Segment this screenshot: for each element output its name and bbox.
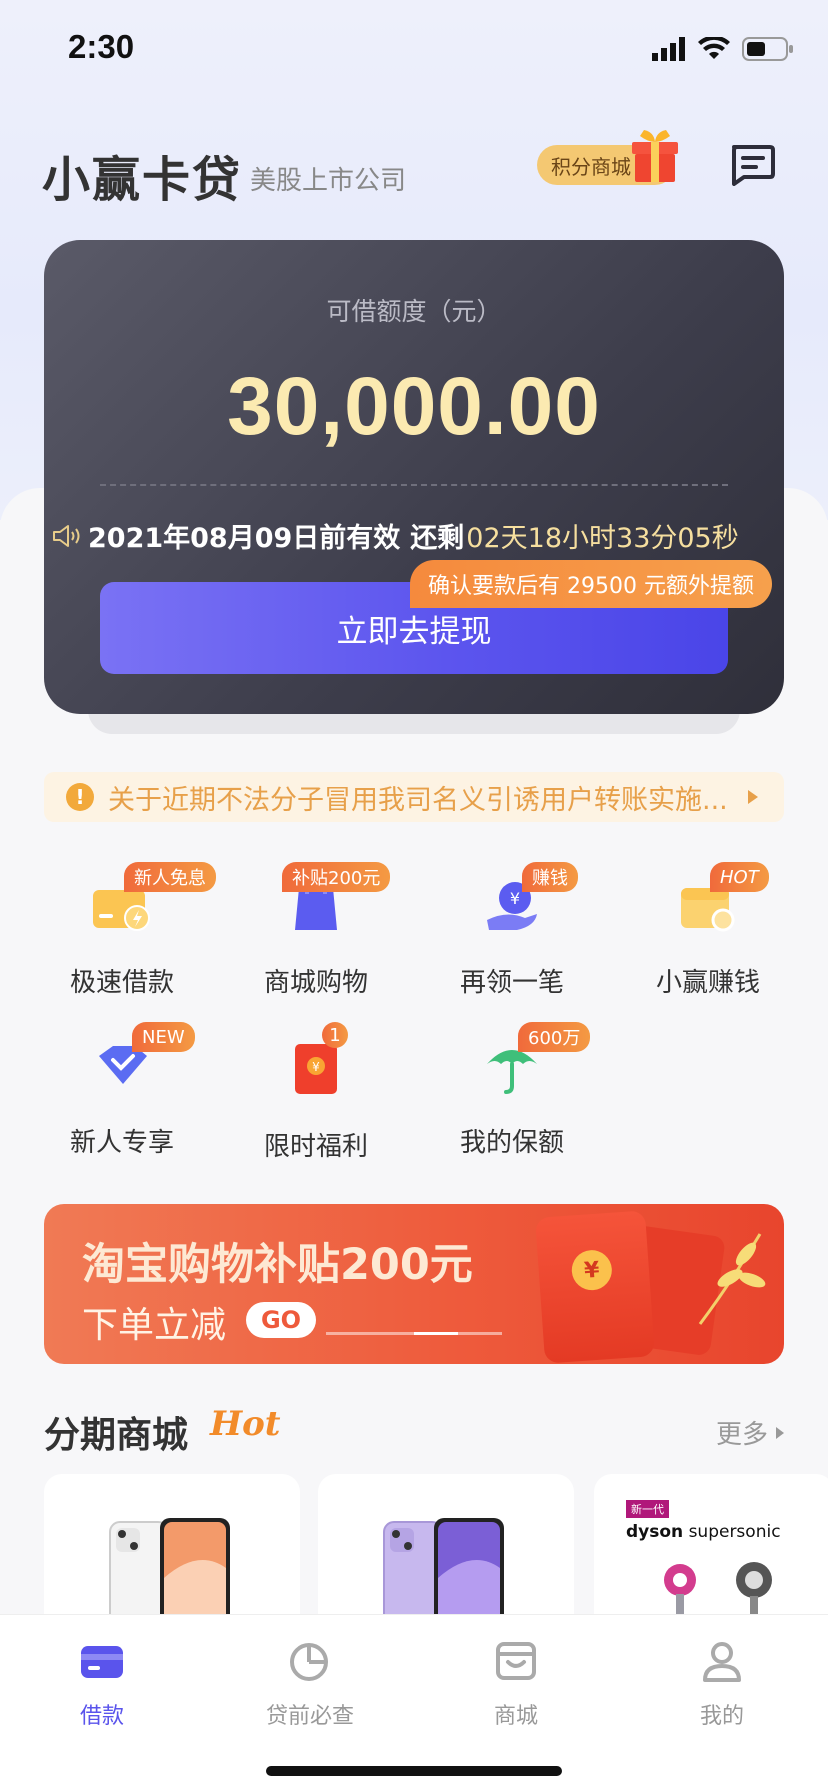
mall-title: 分期商城 xyxy=(44,1415,189,1456)
red-envelope-decoration: ¥ xyxy=(535,1210,655,1364)
status-icons xyxy=(652,36,794,62)
grid-label: 限时福利 xyxy=(263,1132,368,1162)
grid-label: 极速借款 xyxy=(69,968,174,998)
extra-limit-tip: 确认要款后有 29500 元额外提额 xyxy=(410,560,772,608)
leaf-decoration xyxy=(698,1233,766,1325)
validity-row: 2021年08月09日前有效 还剩 02天18小时33分05秒 xyxy=(52,516,739,555)
notice-text: 关于近期不法分子冒用我司名义引诱用户转账实施... xyxy=(108,784,728,816)
withdraw-label: 立即去提现 xyxy=(336,613,492,650)
grid-label: 商城购物 xyxy=(263,968,368,998)
grid-item-earn-money[interactable]: HOT 小赢赚钱 xyxy=(610,862,806,1010)
grid-item-my-insurance[interactable]: 600万 我的保额 xyxy=(414,1022,610,1170)
tab-loan[interactable]: 借款 xyxy=(2,1638,202,1730)
card-icon xyxy=(81,1646,123,1678)
grid-item-newcomer[interactable]: NEW 新人专享 xyxy=(24,1022,220,1170)
store-icon xyxy=(496,1642,536,1680)
more-label: 更多 xyxy=(715,1420,768,1450)
tab-mall[interactable]: 商城 xyxy=(416,1638,616,1730)
grid-badge: 赚钱 xyxy=(522,862,578,892)
notification-count-badge: 1 xyxy=(322,1022,348,1048)
alert-icon: ! xyxy=(66,783,94,811)
banner-go-button[interactable]: GO xyxy=(246,1302,316,1338)
grid-badge: HOT xyxy=(710,862,769,892)
phone-white-icon xyxy=(109,1518,230,1628)
valid-date: 2021年08月09日前有效 xyxy=(88,523,401,554)
countdown: 02天18小时33分05秒 xyxy=(466,523,739,554)
grid-item-limited-welfare[interactable]: ¥ 1 限时福利 xyxy=(218,1022,414,1170)
chevron-right-icon xyxy=(748,790,758,804)
tab-label: 我的 xyxy=(699,1704,744,1729)
carousel-indicator xyxy=(326,1332,502,1335)
person-icon xyxy=(703,1642,741,1682)
banner-subtitle: 下单立减 xyxy=(82,1305,227,1346)
speaker-icon xyxy=(53,524,80,547)
home-indicator xyxy=(266,1766,562,1776)
pie-chart-icon xyxy=(290,1643,328,1681)
product-brand-line: dyson supersonic xyxy=(626,1522,781,1542)
wifi-icon xyxy=(698,37,730,59)
grid-item-fast-loan[interactable]: 新人免息 极速借款 xyxy=(24,862,220,1010)
signal-icon xyxy=(652,37,685,61)
app-subtitle: 美股上市公司 xyxy=(250,166,407,196)
grid-badge: 新人免息 xyxy=(124,862,216,892)
product-tag: 新一代 xyxy=(626,1500,669,1518)
svg-text:¥: ¥ xyxy=(510,889,520,908)
remain-label: 还剩 xyxy=(410,523,465,554)
gift-icon[interactable] xyxy=(630,128,680,184)
message-icon[interactable] xyxy=(728,144,776,186)
notice-bar[interactable]: ! 关于近期不法分子冒用我司名义引诱用户转账实施... xyxy=(44,772,784,822)
tab-precheck[interactable]: 贷前必查 xyxy=(210,1638,410,1730)
tab-label: 商城 xyxy=(493,1704,538,1729)
product-model: supersonic xyxy=(688,1522,781,1542)
grid-label: 新人专享 xyxy=(69,1128,174,1158)
grid-badge: NEW xyxy=(132,1022,195,1052)
grid-badge: 补贴200元 xyxy=(282,862,391,892)
tab-label: 借款 xyxy=(79,1704,124,1729)
status-time: 2:30 xyxy=(68,28,135,65)
grid-item-mall-shopping[interactable]: 补贴200元 商城购物 xyxy=(218,862,414,1010)
credit-amount: 30,000.00 xyxy=(227,361,601,452)
phone-purple-icon xyxy=(383,1518,504,1628)
grid-label: 我的保额 xyxy=(459,1128,564,1158)
grid-label: 小赢赚钱 xyxy=(655,968,760,998)
svg-text:¥: ¥ xyxy=(312,1060,320,1074)
mall-more-link[interactable]: 更多 xyxy=(716,1414,784,1451)
points-mall-label: 积分商城 xyxy=(551,154,631,179)
product-brand: dyson xyxy=(626,1522,684,1542)
credit-label: 可借额度（元） xyxy=(326,297,502,326)
hot-tag: Hot xyxy=(210,1404,281,1444)
battery-icon xyxy=(742,37,793,61)
chevron-right-icon xyxy=(776,1426,784,1439)
tab-mine[interactable]: 我的 xyxy=(622,1638,822,1730)
grid-badge: 600万 xyxy=(518,1022,591,1052)
yen-coin-icon: ¥ xyxy=(570,1248,614,1292)
tab-label: 贷前必查 xyxy=(265,1704,354,1729)
grid-label: 再领一笔 xyxy=(459,968,564,998)
app-title: 小赢卡贷 xyxy=(42,152,243,208)
card-divider xyxy=(100,484,728,486)
banner-title: 淘宝购物补贴200元 xyxy=(82,1240,473,1290)
grid-item-claim-again[interactable]: ¥ 赚钱 再领一笔 xyxy=(414,862,610,1010)
